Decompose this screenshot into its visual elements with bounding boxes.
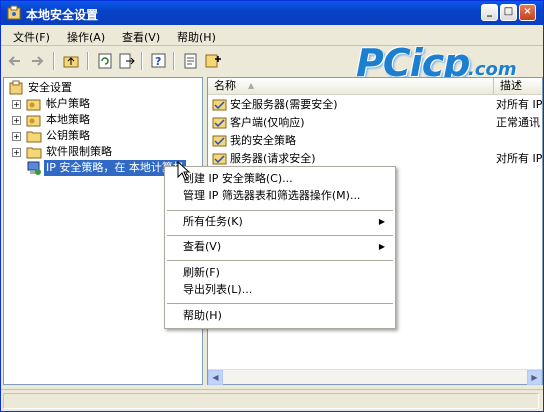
- close-button[interactable]: ×: [519, 4, 536, 21]
- expand-icon[interactable]: +: [12, 148, 21, 157]
- list-item[interactable]: 安全服务器(需要安全) 对所有 IP: [210, 97, 543, 113]
- menu-separator: [167, 210, 393, 211]
- export-list-icon[interactable]: [117, 51, 137, 71]
- toolbar-separator: [53, 52, 55, 70]
- expand-icon[interactable]: +: [12, 100, 21, 109]
- row-desc: 对所有 IP: [496, 152, 543, 165]
- main-window: 本地安全设置 _ □ × 文件(F) 操作(A) 查看(V) 帮助(H) ? P…: [0, 0, 544, 412]
- menu-separator: [167, 260, 393, 261]
- tree-root[interactable]: 安全设置: [6, 80, 202, 96]
- menu-item-label: 查看(V): [183, 240, 222, 253]
- row-name: 客户端(仅响应): [230, 116, 305, 129]
- row-desc: 正常通讯: [496, 116, 540, 129]
- policy-icon: [212, 153, 227, 165]
- toolbar-separator: [87, 52, 89, 70]
- forward-arrow-icon[interactable]: [27, 51, 47, 71]
- back-arrow-icon[interactable]: [5, 51, 25, 71]
- menu-item-create-ip-policy[interactable]: 创建 IP 安全策略(C)...: [165, 170, 395, 188]
- menu-item-label: 创建 IP 安全策略(C)...: [183, 172, 293, 185]
- menu-file[interactable]: 文件(F): [13, 29, 50, 45]
- network-computer-icon: [27, 161, 41, 175]
- menu-item-refresh[interactable]: 刷新(F): [165, 264, 395, 282]
- column-label: 名称: [214, 79, 236, 92]
- mouse-cursor-icon: [177, 161, 191, 181]
- minimize-button[interactable]: _: [481, 4, 498, 21]
- tree-item-software-restriction[interactable]: + 软件限制策略: [4, 144, 200, 160]
- policy-icon: [212, 135, 227, 147]
- status-bar: [1, 389, 543, 411]
- show-hide-tree-icon[interactable]: [95, 51, 115, 71]
- submenu-arrow-icon: ▶: [378, 217, 385, 226]
- column-label: 描述: [500, 79, 522, 92]
- tree-item-public-key-policy[interactable]: + 公钥策略: [4, 128, 200, 144]
- row-desc: 对所有 IP: [496, 98, 543, 111]
- menu-item-view[interactable]: 查看(V) ▶: [165, 238, 395, 256]
- toolbar-separator: [141, 52, 143, 70]
- window-title: 本地安全设置: [26, 8, 99, 22]
- maximize-button[interactable]: □: [500, 4, 517, 21]
- security-settings-icon: [7, 5, 21, 20]
- security-settings-icon: [9, 80, 23, 95]
- tree-item-label: 本地策略: [46, 113, 90, 126]
- tree-item-label: 帐户策略: [46, 97, 90, 110]
- title-bar[interactable]: 本地安全设置 _ □ ×: [1, 1, 543, 25]
- tree-root-label: 安全设置: [28, 81, 72, 94]
- menu-action[interactable]: 操作(A): [67, 29, 105, 45]
- menu-item-label: 帮助(H): [183, 309, 222, 322]
- column-header-desc[interactable]: 描述: [494, 78, 542, 95]
- list-item[interactable]: 服务器(请求安全) 对所有 IP: [210, 151, 543, 167]
- menu-item-manage-filters[interactable]: 管理 IP 筛选器表和筛选器操作(M)...: [165, 187, 395, 205]
- folder-icon: [26, 147, 42, 159]
- menu-item-label: 所有任务(K): [183, 215, 243, 228]
- row-name: 服务器(请求安全): [230, 152, 316, 165]
- menu-view[interactable]: 查看(V): [122, 29, 160, 45]
- folder-icon: [26, 131, 42, 143]
- menu-item-label: 导出列表(L)...: [183, 283, 253, 296]
- list-item[interactable]: 客户端(仅响应) 正常通讯: [210, 115, 540, 131]
- column-header-name[interactable]: 名称 ▲: [208, 78, 494, 95]
- tree-item-account-policy[interactable]: + 帐户策略: [4, 96, 200, 112]
- svg-text:?: ?: [155, 55, 161, 68]
- sort-ascending-icon: ▲: [248, 81, 255, 90]
- menu-item-label: 刷新(F): [183, 266, 220, 279]
- menu-item-export-list[interactable]: 导出列表(L)...: [165, 281, 395, 299]
- expand-icon[interactable]: +: [12, 132, 21, 141]
- help-icon[interactable]: ?: [149, 51, 169, 71]
- submenu-arrow-icon: ▶: [378, 242, 385, 251]
- status-cell: [3, 393, 539, 409]
- up-folder-icon[interactable]: [61, 51, 81, 71]
- scroll-right-arrow-icon[interactable]: ▶: [527, 370, 542, 385]
- row-name: 安全服务器(需要安全): [230, 98, 338, 111]
- tree-item-label: 公钥策略: [46, 129, 90, 142]
- toolbar-separator: [173, 52, 175, 70]
- policy-icon: [212, 117, 227, 129]
- add-policy-icon[interactable]: [203, 51, 223, 71]
- context-menu: 创建 IP 安全策略(C)... 管理 IP 筛选器表和筛选器操作(M)... …: [164, 166, 396, 329]
- menu-item-help[interactable]: 帮助(H): [165, 307, 395, 325]
- menu-separator: [167, 303, 393, 304]
- row-name: 我的安全策略: [230, 134, 296, 147]
- menu-item-label: 管理 IP 筛选器表和筛选器操作(M)...: [183, 189, 361, 202]
- tree-item-label: 软件限制策略: [46, 145, 112, 158]
- properties-icon[interactable]: [181, 51, 201, 71]
- horizontal-scrollbar[interactable]: ◀ ▶: [208, 369, 542, 385]
- list-item[interactable]: 我的安全策略: [210, 133, 540, 149]
- menu-help[interactable]: 帮助(H): [177, 29, 216, 45]
- policy-icon: [212, 99, 227, 111]
- menu-item-all-tasks[interactable]: 所有任务(K) ▶: [165, 213, 395, 231]
- folder-lock-icon: [26, 99, 41, 111]
- expand-icon[interactable]: +: [12, 116, 21, 125]
- tree-item-local-policy[interactable]: + 本地策略: [4, 112, 200, 128]
- menu-separator: [167, 235, 393, 236]
- scroll-left-arrow-icon[interactable]: ◀: [208, 370, 223, 385]
- folder-lock-icon: [26, 115, 41, 127]
